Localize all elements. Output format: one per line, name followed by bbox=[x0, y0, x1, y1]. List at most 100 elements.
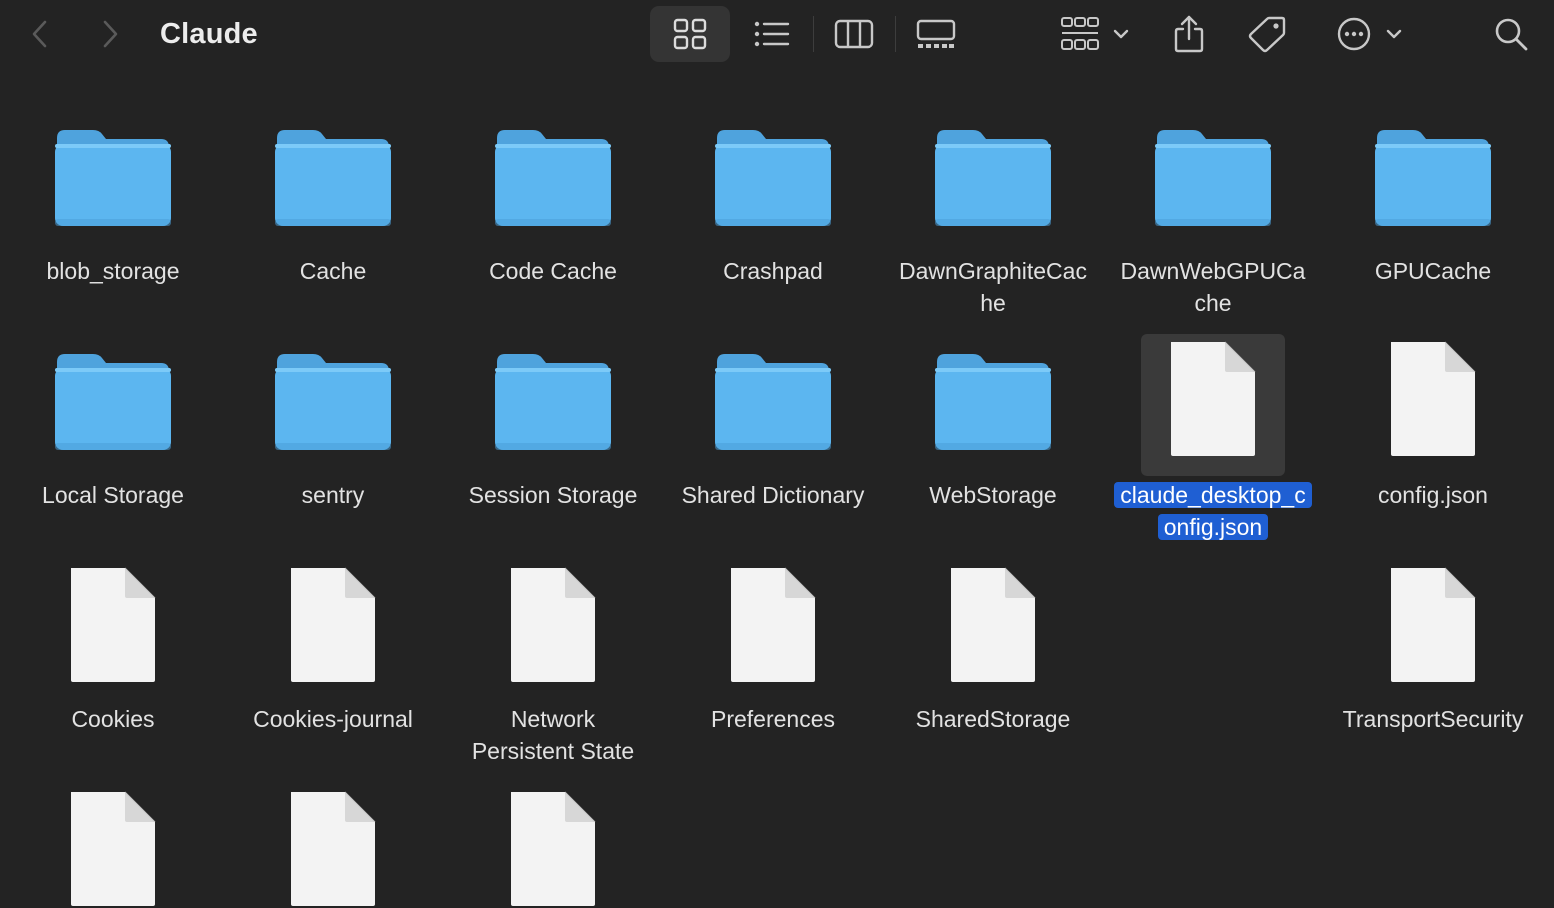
chevron-down-icon bbox=[1386, 29, 1402, 39]
chevron-down-icon bbox=[1113, 29, 1129, 39]
document-icon-wrap bbox=[3, 566, 223, 684]
document-icon-wrap[interactable] bbox=[443, 790, 663, 908]
item-label: TransportSecurity bbox=[1342, 706, 1524, 732]
item-label: DawnWebGPUCa che bbox=[1103, 255, 1323, 319]
item-label: Cookies-journal bbox=[253, 706, 413, 732]
item-label: Cookies bbox=[71, 706, 155, 732]
document-icon bbox=[291, 567, 376, 682]
item-label: config.json bbox=[1378, 482, 1488, 508]
document-icon bbox=[1391, 341, 1476, 456]
gallery-icon bbox=[916, 19, 956, 48]
tag-button[interactable] bbox=[1244, 12, 1290, 56]
ellipsis-circle-icon bbox=[1337, 17, 1402, 51]
item-label: Crashpad bbox=[723, 258, 823, 284]
search-icon bbox=[1495, 18, 1528, 51]
folder-icon-wrap bbox=[883, 126, 1103, 228]
gallery-view-button[interactable] bbox=[908, 12, 964, 56]
document-icon bbox=[291, 791, 376, 906]
share-button[interactable] bbox=[1166, 10, 1212, 58]
back-button[interactable] bbox=[22, 14, 58, 54]
document-icon bbox=[511, 567, 596, 682]
item-label-line: Network bbox=[510, 706, 596, 732]
item-label: Shared Dictionary bbox=[681, 482, 865, 508]
document-icon-wrap bbox=[663, 566, 883, 684]
more-actions-button[interactable] bbox=[1330, 12, 1406, 56]
item-label: Code Cache bbox=[489, 258, 617, 284]
group-by-button[interactable] bbox=[1052, 12, 1134, 56]
folder-icon bbox=[55, 130, 171, 226]
document-icon-wrap bbox=[443, 566, 663, 684]
document-icon bbox=[951, 567, 1036, 682]
folder-icon-wrap bbox=[443, 350, 663, 452]
folder-icon bbox=[715, 130, 831, 226]
divider bbox=[813, 16, 814, 52]
folder-icon bbox=[935, 130, 1051, 226]
window-title: Claude bbox=[160, 18, 258, 50]
share-icon bbox=[1174, 15, 1204, 53]
folder-icon-wrap bbox=[3, 350, 223, 452]
item-label-line: onfig.json bbox=[1157, 514, 1269, 540]
item-label: SharedStorage bbox=[915, 706, 1071, 732]
document-icon-wrap bbox=[883, 566, 1103, 684]
item-label: WebStorage bbox=[929, 482, 1057, 508]
folder-icon-wrap bbox=[883, 350, 1103, 452]
folder-icon-wrap bbox=[223, 350, 443, 452]
chevron-left-icon bbox=[32, 20, 47, 48]
item-label: Cache bbox=[299, 258, 367, 284]
document-icon-wrap bbox=[1323, 566, 1543, 684]
document-icon bbox=[71, 567, 156, 682]
item-label-line: che bbox=[1194, 290, 1232, 316]
item-label: GPUCache bbox=[1374, 258, 1492, 284]
item-label: sentry bbox=[301, 482, 365, 508]
folder-icon-wrap bbox=[443, 126, 663, 228]
icon-view-button[interactable] bbox=[650, 6, 730, 62]
document-icon-wrap bbox=[223, 566, 443, 684]
item-label: Session Storage bbox=[468, 482, 638, 508]
folder-icon bbox=[935, 354, 1051, 450]
folder-icon bbox=[495, 354, 611, 450]
document-icon bbox=[731, 567, 816, 682]
item-label-line: he bbox=[980, 290, 1006, 316]
folder-icon bbox=[275, 130, 391, 226]
folder-icon-wrap bbox=[663, 350, 883, 452]
folder-icon bbox=[495, 130, 611, 226]
item-label-line: Persistent State bbox=[471, 738, 635, 764]
item-label-line: DawnWebGPUCa bbox=[1120, 258, 1306, 284]
document-icon-wrap[interactable] bbox=[3, 790, 223, 908]
document-icon bbox=[511, 791, 596, 906]
folder-icon-wrap bbox=[1323, 126, 1543, 228]
folder-icon-wrap bbox=[223, 126, 443, 228]
item-label-line: DawnGraphiteCac bbox=[899, 258, 1087, 284]
folder-icon bbox=[1375, 130, 1491, 226]
folder-icon-wrap bbox=[1103, 126, 1323, 228]
item-label: Local Storage bbox=[42, 482, 184, 508]
document-icon bbox=[71, 791, 156, 906]
folder-icon bbox=[275, 354, 391, 450]
item-label: Preferences bbox=[710, 706, 835, 732]
toolbar: Claude bbox=[0, 0, 1554, 68]
folder-icon-wrap bbox=[3, 126, 223, 228]
search-button[interactable] bbox=[1488, 12, 1534, 56]
item-label: claude_desktop_c onfig.json bbox=[1103, 479, 1323, 543]
document-icon-wrap bbox=[1323, 340, 1543, 458]
folder-icon bbox=[1155, 130, 1271, 226]
document-icon-wrap[interactable] bbox=[223, 790, 443, 908]
document-icon-wrap bbox=[1103, 340, 1323, 458]
columns-icon bbox=[834, 19, 874, 49]
folder-icon-wrap bbox=[663, 126, 883, 228]
item-label: Network Persistent State bbox=[443, 703, 663, 767]
column-view-button[interactable] bbox=[826, 12, 882, 56]
forward-button[interactable] bbox=[92, 14, 128, 54]
folder-icon bbox=[55, 354, 171, 450]
list-icon bbox=[754, 21, 790, 47]
item-label: DawnGraphiteCac he bbox=[883, 255, 1103, 319]
list-view-button[interactable] bbox=[744, 12, 800, 56]
folder-icon bbox=[715, 354, 831, 450]
tag-icon bbox=[1248, 16, 1286, 53]
grid-icon bbox=[673, 18, 707, 50]
group-by-icon bbox=[1061, 17, 1129, 50]
chevron-right-icon bbox=[103, 20, 118, 48]
item-label-line: claude_desktop_c bbox=[1114, 482, 1312, 508]
document-icon bbox=[1391, 567, 1476, 682]
item-label: blob_storage bbox=[46, 258, 180, 284]
